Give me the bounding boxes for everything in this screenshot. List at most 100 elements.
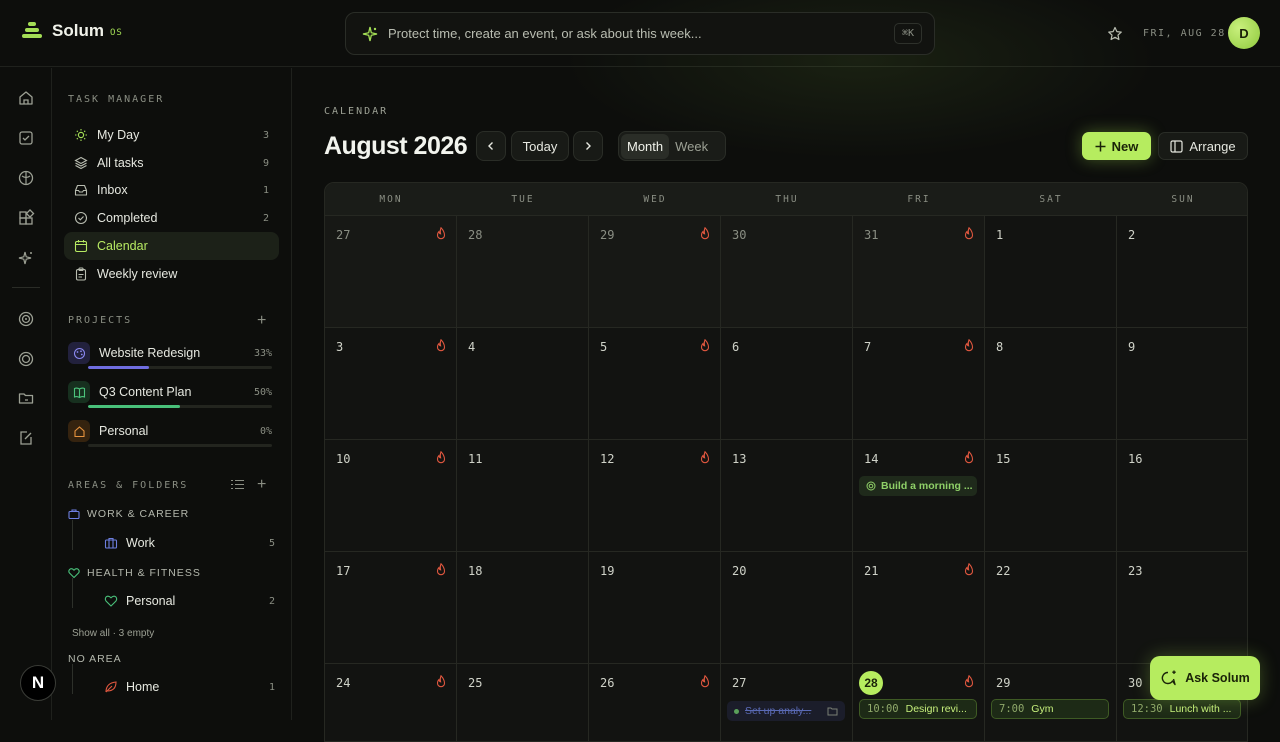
completed-event[interactable]: Set up analy...	[727, 701, 845, 721]
chat-sparkle-icon	[1161, 670, 1176, 686]
day-cell[interactable]: 3	[325, 328, 457, 440]
calendar-event[interactable]: 7:00 Gym	[991, 699, 1109, 719]
day-cell[interactable]: 17	[325, 552, 457, 664]
next-month-button[interactable]	[573, 131, 603, 161]
day-cell[interactable]: 16	[1117, 440, 1247, 552]
add-project-button[interactable]: +	[257, 313, 266, 329]
day-cell[interactable]: 13	[721, 440, 853, 552]
day-cell[interactable]: 1	[985, 216, 1117, 328]
sidebar: TASK MANAGER My Day 3 All tasks 9 Inbox …	[52, 68, 292, 720]
flame-icon	[700, 227, 710, 240]
nav-my-day[interactable]: My Day 3	[64, 121, 279, 149]
day-cell[interactable]: 8	[985, 328, 1117, 440]
tree-line	[72, 664, 73, 694]
sparkle-icon[interactable]	[17, 249, 35, 267]
nav-label: All tasks	[97, 156, 144, 170]
day-cell[interactable]: 15	[985, 440, 1117, 552]
compass-icon[interactable]	[17, 169, 35, 187]
day-number: 22	[996, 564, 1011, 578]
area-work-career[interactable]: WORK & CAREER	[68, 508, 189, 520]
nav-completed[interactable]: Completed 2	[64, 204, 279, 232]
show-all-link[interactable]: Show all · 3 empty	[72, 628, 154, 639]
focus-icon[interactable]	[17, 350, 35, 368]
project-percent: 0%	[259, 425, 272, 437]
view-week-tab[interactable]: Week	[669, 134, 714, 159]
day-cell[interactable]: 28 10:00 Design revi...	[853, 664, 985, 741]
day-number: 19	[600, 564, 615, 578]
widgets-icon[interactable]	[17, 209, 35, 227]
day-cell[interactable]: 24	[325, 664, 457, 741]
day-cell[interactable]: 22	[985, 552, 1117, 664]
area-health-fitness[interactable]: HEALTH & FITNESS	[68, 567, 201, 579]
day-cell[interactable]: 6	[721, 328, 853, 440]
day-cell[interactable]: 18	[457, 552, 589, 664]
top-bar: Solum OS Protect time, create an event, …	[0, 0, 1280, 160]
app-logo[interactable]: Solum OS	[22, 21, 123, 41]
add-area-button[interactable]: +	[257, 477, 266, 493]
day-cell[interactable]: 20	[721, 552, 853, 664]
calendar-event[interactable]: 10:00 Design revi...	[859, 699, 977, 719]
avatar[interactable]: D	[1228, 17, 1260, 49]
new-button[interactable]: New	[1082, 132, 1151, 160]
ask-solum-button[interactable]: Ask Solum	[1150, 656, 1260, 700]
day-cell[interactable]: 29	[589, 216, 721, 328]
project-personal[interactable]: Personal 0%	[68, 420, 272, 447]
day-cell[interactable]: 26	[589, 664, 721, 741]
day-cell[interactable]: 31	[853, 216, 985, 328]
today-button[interactable]: Today	[511, 131, 569, 161]
weekday-label: MON	[379, 194, 403, 205]
day-cell[interactable]: 25	[457, 664, 589, 741]
day-cell[interactable]: 29 7:00 Gym	[985, 664, 1117, 741]
day-cell[interactable]: 27 Set up analy...	[721, 664, 853, 741]
day-number: 5	[600, 340, 608, 354]
arrange-button[interactable]: Arrange	[1158, 132, 1248, 160]
nav-all-tasks[interactable]: All tasks 9	[64, 149, 279, 177]
day-cell[interactable]: 21	[853, 552, 985, 664]
day-cell[interactable]: 12	[589, 440, 721, 552]
n-badge[interactable]: N	[20, 665, 56, 701]
flame-icon	[436, 339, 446, 352]
event-title: Set up analy...	[745, 705, 812, 717]
no-area-title: NO AREA	[68, 653, 122, 665]
day-cell[interactable]: 14 Build a morning ...	[853, 440, 985, 552]
day-cell[interactable]: 2	[1117, 216, 1247, 328]
day-cell[interactable]: 30	[721, 216, 853, 328]
star-icon[interactable]	[1107, 26, 1123, 42]
event-time: 10:00	[867, 703, 899, 715]
day-cell[interactable]: 23	[1117, 552, 1247, 664]
folder-icon[interactable]	[17, 389, 35, 407]
command-bar[interactable]: Protect time, create an event, or ask ab…	[345, 12, 935, 55]
day-cell[interactable]: 5	[589, 328, 721, 440]
area-item-label: Work	[126, 536, 155, 550]
day-cell[interactable]: 10	[325, 440, 457, 552]
project-q3-content-plan[interactable]: Q3 Content Plan 50%	[68, 381, 272, 408]
calendar-event[interactable]: 12:30 Lunch with ...	[1123, 699, 1241, 719]
area-item-personal[interactable]: Personal 2	[72, 578, 275, 612]
prev-month-button[interactable]	[476, 131, 506, 161]
tasks-icon[interactable]	[17, 129, 35, 147]
day-cell[interactable]: 7	[853, 328, 985, 440]
nav-inbox[interactable]: Inbox 1	[64, 176, 279, 204]
project-progress-track	[88, 444, 272, 447]
day-cell[interactable]: 4	[457, 328, 589, 440]
home-icon[interactable]	[17, 89, 35, 107]
target-icon[interactable]	[17, 310, 35, 328]
day-cell[interactable]: 11	[457, 440, 589, 552]
view-month-tab[interactable]: Month	[621, 133, 670, 159]
nav-calendar[interactable]: Calendar	[64, 232, 279, 260]
nav-weekly-review[interactable]: Weekly review	[64, 260, 279, 288]
list-icon[interactable]	[231, 479, 244, 490]
day-cell[interactable]: 27	[325, 216, 457, 328]
project-website-redesign[interactable]: Website Redesign 33%	[68, 342, 272, 369]
main-content: CALENDAR August 2026 Today Month Week Ne…	[292, 68, 1280, 742]
edit-icon[interactable]	[17, 429, 35, 447]
habit-event[interactable]: Build a morning ...	[859, 476, 977, 496]
project-progress-track	[88, 366, 272, 369]
area-item-work[interactable]: Work 5	[72, 520, 275, 554]
day-cell[interactable]: 28	[457, 216, 589, 328]
day-cell[interactable]: 9	[1117, 328, 1247, 440]
day-cell[interactable]: 19	[589, 552, 721, 664]
flame-icon	[964, 227, 974, 240]
area-item-home[interactable]: Home 1	[72, 664, 275, 698]
day-number: 13	[732, 452, 747, 466]
